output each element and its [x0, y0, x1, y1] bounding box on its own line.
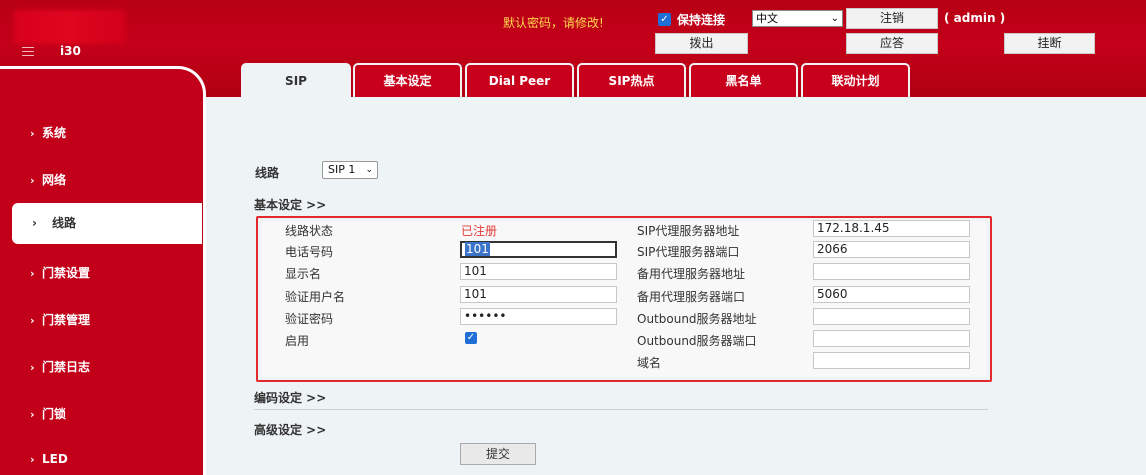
keep-connected-toggle[interactable]: ✓ 保持连接: [658, 11, 725, 28]
outbound-address-label: Outbound服务器地址: [637, 312, 757, 326]
chevron-right-icon: ›: [30, 453, 35, 466]
domain-field[interactable]: [813, 352, 970, 369]
sidebar-item-access-management[interactable]: › 门禁管理: [30, 311, 90, 328]
proxy-port-field[interactable]: 2066: [813, 241, 970, 258]
device-model: i30: [60, 44, 81, 58]
chevron-right-icon: ›: [32, 216, 37, 230]
line-select-value: SIP 1: [328, 163, 356, 176]
hangup-button[interactable]: 挂断: [1004, 33, 1095, 54]
tab-blacklist[interactable]: 黑名单: [689, 63, 798, 98]
backup-proxy-port-label: 备用代理服务器端口: [637, 290, 746, 304]
checkbox-icon[interactable]: ✓: [658, 13, 671, 26]
sidebar-item-access-log[interactable]: › 门禁日志: [30, 358, 90, 375]
sidebar-item-access-settings[interactable]: › 门禁设置: [30, 264, 90, 281]
backup-proxy-address-field[interactable]: [813, 263, 970, 280]
sidebar-item-label: 门禁设置: [42, 266, 91, 280]
auth-password-label: 验证密码: [285, 312, 334, 326]
menu-icon[interactable]: [22, 47, 34, 57]
tab-sip-hotspot[interactable]: SIP热点: [577, 63, 686, 98]
backup-proxy-port-field[interactable]: 5060: [813, 286, 970, 303]
sidebar-item-system[interactable]: › 系统: [30, 124, 66, 141]
section-divider: [254, 409, 988, 410]
chevron-down-icon: ⌄: [365, 165, 373, 175]
proxy-address-field[interactable]: 172.18.1.45: [813, 220, 970, 237]
line-select[interactable]: SIP 1 ⌄: [322, 161, 378, 179]
codec-settings-header[interactable]: 编码设定 >>: [254, 389, 326, 406]
outbound-port-label: Outbound服务器端口: [637, 334, 757, 348]
chevron-right-icon: ›: [30, 127, 35, 140]
tab-linkage-plan[interactable]: 联动计划: [801, 63, 910, 98]
tab-basic-settings[interactable]: 基本设定: [353, 63, 462, 98]
backup-proxy-address-label: 备用代理服务器地址: [637, 267, 746, 281]
line-status-value: 已注册: [461, 224, 498, 238]
chevron-right-icon: ›: [30, 408, 35, 421]
tab-sip[interactable]: SIP: [241, 63, 351, 99]
submit-button[interactable]: 提交: [460, 443, 536, 465]
language-value: 中文: [756, 12, 778, 25]
sidebar-item-door-lock[interactable]: › 门锁: [30, 405, 66, 422]
password-warning: 默认密码，请修改!: [503, 16, 604, 30]
sidebar-item-label: LED: [42, 452, 68, 466]
basic-settings-header[interactable]: 基本设定 >>: [254, 196, 326, 213]
dial-out-button[interactable]: 拨出: [655, 33, 748, 54]
logout-button[interactable]: 注销: [846, 8, 938, 29]
phone-number-value: 101: [465, 242, 490, 256]
domain-label: 域名: [637, 356, 662, 370]
keep-connected-label: 保持连接: [677, 13, 726, 27]
phone-number-label: 电话号码: [285, 245, 334, 259]
sidebar-item-label: 网络: [42, 173, 67, 187]
sidebar-item-line[interactable]: › 线路: [12, 203, 202, 244]
sidebar-item-label: 门锁: [42, 407, 67, 421]
sidebar-item-label: 系统: [42, 126, 67, 140]
sidebar-item-led[interactable]: › LED: [30, 452, 68, 466]
sidebar-item-label: 门禁日志: [42, 360, 91, 374]
logo: [14, 10, 126, 44]
sidebar-item-label: 门禁管理: [42, 313, 91, 327]
display-name-label: 显示名: [285, 267, 322, 281]
outbound-address-field[interactable]: [813, 308, 970, 325]
sidebar-item-network[interactable]: › 网络: [30, 171, 66, 188]
auth-username-field[interactable]: 101: [460, 286, 617, 303]
auth-username-label: 验证用户名: [285, 290, 346, 304]
phone-number-field[interactable]: 101: [460, 241, 617, 258]
answer-button[interactable]: 应答: [846, 33, 938, 54]
auth-password-field[interactable]: ••••••: [460, 308, 617, 325]
chevron-right-icon: ›: [30, 314, 35, 327]
chevron-down-icon: ⌄: [830, 13, 839, 24]
outbound-port-field[interactable]: [813, 330, 970, 347]
proxy-address-label: SIP代理服务器地址: [637, 224, 740, 238]
current-user: ( admin ): [944, 11, 1006, 25]
sidebar-item-label: 线路: [52, 216, 77, 230]
enable-checkbox[interactable]: ✓: [465, 332, 477, 344]
tab-dial-peer[interactable]: Dial Peer: [465, 63, 574, 98]
chevron-right-icon: ›: [30, 267, 35, 280]
chevron-right-icon: ›: [30, 174, 35, 187]
line-status-label: 线路状态: [285, 224, 334, 238]
chevron-right-icon: ›: [30, 361, 35, 374]
line-label: 线路: [255, 166, 280, 180]
language-select[interactable]: 中文 ⌄: [752, 10, 843, 27]
display-name-field[interactable]: 101: [460, 263, 617, 280]
enable-label: 启用: [285, 334, 310, 348]
proxy-port-label: SIP代理服务器端口: [637, 245, 740, 259]
advanced-settings-header[interactable]: 高级设定 >>: [254, 421, 326, 438]
